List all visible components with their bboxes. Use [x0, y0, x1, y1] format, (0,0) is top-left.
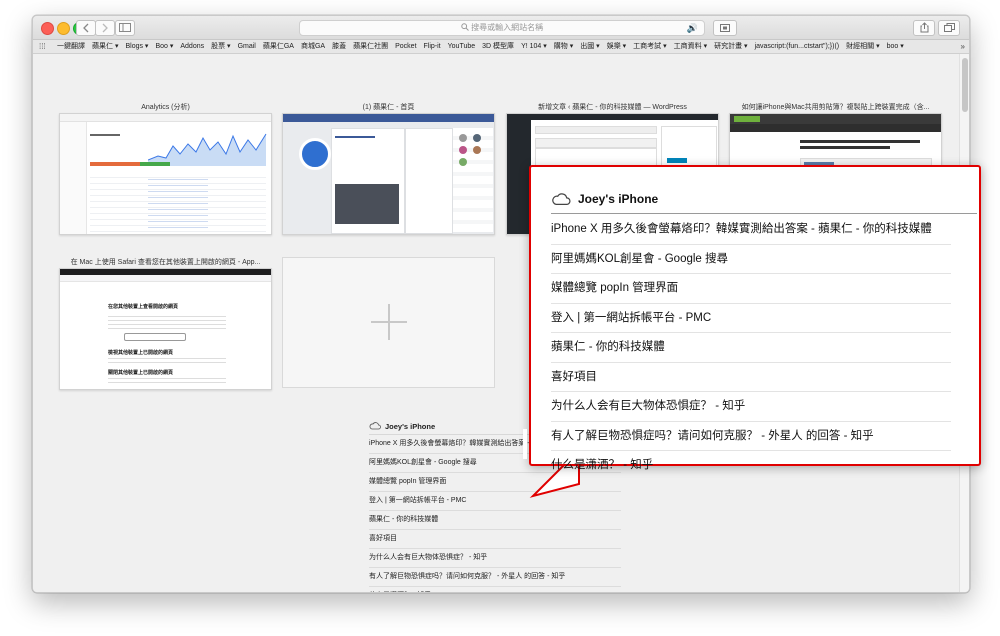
callout-tab-item[interactable]: 什么是潇洒？ - 知乎: [551, 451, 951, 480]
forward-button[interactable]: [95, 20, 115, 36]
bookmark-item[interactable]: 娛樂 ▾: [607, 40, 626, 53]
bookmark-item[interactable]: YouTube: [448, 40, 476, 53]
bookmark-item[interactable]: Gmail: [238, 40, 256, 53]
favorite-tile-analytics[interactable]: Analytics (分析): [59, 102, 272, 235]
chevron-left-icon: [83, 23, 89, 33]
callout-tab-item[interactable]: 为什么人会有巨大物体恐惧症？ - 知乎: [551, 392, 951, 422]
callout-header: Joey's iPhone: [551, 185, 977, 214]
show-all-tabs-button[interactable]: [938, 20, 960, 36]
favorite-title: 如何讓iPhone與Mac共用剪貼簿？複製貼上跨裝置完成（含...: [729, 102, 942, 113]
bookmark-item[interactable]: 研究計畫 ▾: [714, 40, 747, 53]
bookmark-item[interactable]: 工商資料 ▾: [674, 40, 707, 53]
bookmark-item[interactable]: Pocket: [395, 40, 416, 53]
favorite-title: 在 Mac 上使用 Safari 查看您在其他裝置上開啟的網頁 - App...: [59, 257, 272, 268]
add-favorite-tile[interactable]: [282, 257, 495, 388]
bookmark-item[interactable]: Flip-it: [424, 40, 441, 53]
minimize-window-button[interactable]: [57, 22, 70, 35]
cloud-tab-item[interactable]: 为什么人会有巨大物体恐惧症？ - 知乎: [369, 549, 621, 568]
bookmark-item[interactable]: 蘋果仁 ▾: [92, 40, 118, 53]
favorite-thumbnail: [282, 113, 495, 235]
cloud-tab-item[interactable]: 有人了解巨物恐惧症吗？请问如何克服？ - 外星人 的回答 - 知乎: [369, 568, 621, 587]
speaker-icon[interactable]: 🔊: [687, 21, 698, 35]
bookmark-item[interactable]: 3D 模型庫: [482, 40, 514, 53]
bookmark-item[interactable]: Blogs ▾: [125, 40, 148, 53]
favorite-title: (1) 蘋果仁 - 首頁: [282, 102, 495, 113]
bookmark-item[interactable]: 商城GA: [301, 40, 325, 53]
zoomed-cloud-tabs-callout: Joey's iPhone iPhone X 用多久後會螢幕烙印？韓媒實測給出答…: [523, 165, 981, 471]
cloud-tab-item[interactable]: 喜好項目: [369, 530, 621, 549]
device-name: Joey's iPhone: [385, 421, 436, 431]
tabs-overview-icon: [943, 23, 955, 32]
thumbnail-heading: 在您其他裝置上查看開啟的網頁: [108, 304, 179, 310]
callout-tab-item[interactable]: 媒體總覽 popIn 管理界面: [551, 274, 951, 304]
extension-button[interactable]: [713, 20, 737, 36]
scroll-thumb[interactable]: [962, 58, 968, 112]
address-placeholder: 搜尋或輸入網站名稱: [471, 23, 544, 32]
favorite-tile-apple-support[interactable]: 在 Mac 上使用 Safari 查看您在其他裝置上開啟的網頁 - App...…: [59, 257, 272, 390]
share-icon: [920, 22, 928, 33]
sidebar-toggle-button[interactable]: [115, 20, 135, 36]
callout-tab-item[interactable]: 登入 | 第一網站拆帳平台 - PMC: [551, 304, 951, 333]
bookmark-item[interactable]: 膝蓋: [332, 40, 346, 53]
chevron-right-icon: [102, 23, 108, 33]
extension-icon: [720, 24, 730, 32]
favorite-title: Analytics (分析): [59, 102, 272, 113]
favorite-thumbnail: [59, 113, 272, 235]
bookmark-list: 一鍵翻譯 蘋果仁 ▾ Blogs ▾ Boo ▾ Addons 股票 ▾ Gmail 蘋果仁G…: [57, 40, 911, 53]
cloud-icon: [552, 192, 571, 205]
bookmark-item[interactable]: Boo ▾: [155, 40, 173, 53]
bookmark-item[interactable]: 財經相關 ▾: [846, 40, 879, 53]
grid-icon[interactable]: ⁞⁞⁞: [39, 40, 46, 53]
bookmark-item[interactable]: Addons: [180, 40, 204, 53]
cloud-tab-item[interactable]: 蘋果仁 - 你的科技媒體: [369, 511, 621, 530]
back-button[interactable]: [76, 20, 96, 36]
bookmark-item[interactable]: Y! 104 ▾: [521, 40, 547, 53]
bookmark-item[interactable]: 出國 ▾: [580, 40, 599, 53]
callout-tab-item[interactable]: iPhone X 用多久後會螢幕烙印？韓媒實測給出答案 - 蘋果仁 - 你的科技…: [551, 215, 951, 245]
bookmarks-bar: ⁞⁞⁞ 一鍵翻譯 蘋果仁 ▾ Blogs ▾ Boo ▾ Addons 股票 ▾ Gmail…: [33, 40, 969, 54]
callout-tab-item[interactable]: 有人了解巨物恐惧症吗？请问如何克服？ - 外星人 的回答 - 知乎: [551, 422, 951, 451]
callout-tab-item[interactable]: 喜好項目: [551, 363, 951, 392]
address-bar[interactable]: 搜尋或輸入網站名稱 🔊: [299, 20, 705, 36]
magnifier-icon: [461, 23, 469, 31]
callout-tab-item[interactable]: 蘋果仁 - 你的科技媒體: [551, 333, 951, 363]
sidebar-icon: [119, 23, 131, 32]
bookmark-item[interactable]: 一鍵翻譯: [57, 40, 85, 53]
callout-tab-item[interactable]: 阿里媽媽KOL創星會 - Google 搜尋: [551, 245, 951, 274]
more-bookmarks-icon[interactable]: »: [961, 40, 965, 53]
bookmark-item[interactable]: boo ▾: [887, 40, 904, 53]
bookmark-item[interactable]: javascript:(fun...ctstart");})(): [755, 40, 840, 53]
cloud-tab-item[interactable]: 登入 | 第一網站拆帳平台 - PMC: [369, 492, 621, 511]
callout-tab-list: iPhone X 用多久後會螢幕烙印？韓媒實測給出答案 - 蘋果仁 - 你的科技…: [551, 215, 951, 480]
toolbar: 搜尋或輸入網站名稱 🔊: [33, 16, 969, 40]
bookmark-item[interactable]: 蘋果仁GA: [263, 40, 294, 53]
cloud-tab-item[interactable]: 什么是潇洒？ - 知乎: [369, 587, 621, 592]
bookmark-item[interactable]: 工商考試 ▾: [633, 40, 666, 53]
close-window-button[interactable]: [41, 22, 54, 35]
bookmark-item[interactable]: 蘋果仁社團: [353, 40, 388, 53]
favorite-tile-facebook[interactable]: (1) 蘋果仁 - 首頁: [282, 102, 495, 235]
favorite-title: 新增文章 ‹ 蘋果仁 - 你的科技媒體 — WordPress: [506, 102, 719, 113]
cloud-icon: [369, 422, 381, 430]
favorite-thumbnail: 在您其他裝置上查看開啟的網頁 檢視其他裝置上已開啟的網頁 關閉其他裝置上已開啟的…: [59, 268, 272, 390]
bookmark-item[interactable]: 股票 ▾: [211, 40, 230, 53]
share-button[interactable]: [913, 20, 935, 36]
bookmark-item[interactable]: 購物 ▾: [554, 40, 573, 53]
device-name: Joey's iPhone: [578, 192, 659, 206]
